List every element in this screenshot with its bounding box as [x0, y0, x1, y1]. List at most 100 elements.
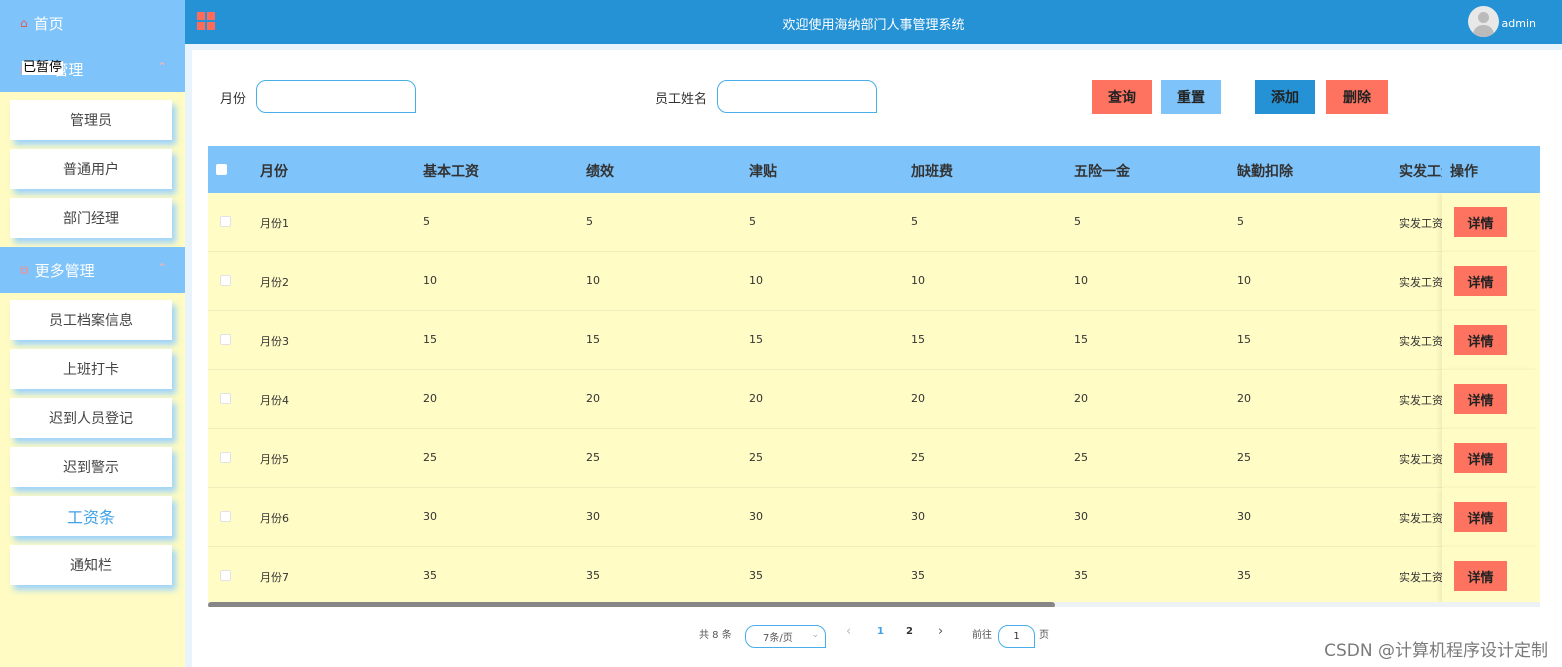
column-header[interactable]: 五险一金 — [1074, 161, 1130, 181]
detail-button[interactable]: 详情 — [1454, 561, 1507, 591]
row-checkbox[interactable] — [220, 511, 231, 522]
table-cell: 15 — [586, 333, 600, 346]
detail-button[interactable]: 详情 — [1454, 443, 1507, 473]
row-checkbox[interactable] — [220, 216, 231, 227]
page-number[interactable]: 2 — [906, 626, 913, 637]
sidebar-item-home[interactable]: ⌂ 首页 — [0, 0, 185, 46]
detail-button[interactable]: 详情 — [1454, 384, 1507, 414]
avatar[interactable] — [1468, 6, 1499, 37]
row-checkbox[interactable] — [220, 334, 231, 345]
column-header[interactable]: 月份 — [260, 161, 288, 181]
table-row: 月份6 30 30 30 30 30 30 实发工资6 详情 — [208, 488, 1540, 547]
sidebar-item-late-warning[interactable]: 迟到警示 — [10, 447, 172, 487]
watermark: CSDN @计算机程序设计定制 — [1324, 641, 1548, 661]
table-cell: 30 — [1237, 510, 1251, 523]
employee-name-label: 员工姓名 — [655, 92, 708, 107]
row-checkbox[interactable] — [220, 570, 231, 581]
reset-button[interactable]: 重置 — [1161, 80, 1221, 114]
sidebar-item-late-register[interactable]: 迟到人员登记 — [10, 398, 172, 438]
table-cell: 月份5 — [260, 453, 289, 466]
home-icon: ⌂ — [20, 16, 28, 30]
table-cell: 25 — [749, 451, 763, 464]
table-cell: 30 — [1074, 510, 1088, 523]
scrollbar-thumb[interactable] — [208, 602, 1055, 607]
goto-page-input[interactable]: 1 — [998, 625, 1035, 648]
actions-cell: 详情 — [1442, 547, 1540, 606]
sidebar: ⌂ 首页 ▢ 管理 已暂停 ⌃ 管理员 普通用户 部门经理 ⧉ 更多管理 ⌃ 员… — [0, 0, 185, 667]
table-cell: 月份3 — [260, 335, 289, 348]
table-cell: 10 — [1237, 274, 1251, 287]
column-header[interactable]: 基本工资 — [423, 161, 479, 181]
sidebar-item-clock-in[interactable]: 上班打卡 — [10, 349, 172, 389]
table-row: 月份2 10 10 10 10 10 10 实发工资2 详情 — [208, 252, 1540, 311]
table-cell: 月份7 — [260, 571, 289, 584]
sidebar-group-label: 更多管理 — [34, 261, 95, 280]
column-header[interactable]: 绩效 — [586, 161, 614, 181]
actions-cell: 详情 — [1442, 488, 1540, 547]
delete-button[interactable]: 删除 — [1326, 80, 1388, 114]
select-all-checkbox[interactable] — [216, 164, 227, 175]
table-row: 月份3 15 15 15 15 15 15 实发工资3 详情 — [208, 311, 1540, 370]
sidebar-item-dept-manager[interactable]: 部门经理 — [10, 198, 172, 238]
month-input[interactable] — [256, 80, 416, 113]
goto-label: 前往 — [972, 630, 992, 641]
table-cell: 月份6 — [260, 512, 289, 525]
table-cell: 25 — [586, 451, 600, 464]
page-size-select[interactable]: 7条/页 ⌄ — [745, 625, 826, 648]
column-header[interactable]: 缺勤扣除 — [1237, 161, 1293, 181]
query-button[interactable]: 查询 — [1092, 80, 1152, 114]
employee-name-input[interactable] — [717, 80, 877, 113]
table-row: 月份4 20 20 20 20 20 20 实发工资4 详情 — [208, 370, 1540, 429]
table-cell: 10 — [911, 274, 925, 287]
table-cell: 30 — [911, 510, 925, 523]
page-number-current[interactable]: 1 — [877, 626, 884, 637]
table-row: 月份1 5 5 5 5 5 5 实发工资1 详情 — [208, 193, 1540, 252]
sidebar-item-normal-user[interactable]: 普通用户 — [10, 149, 172, 189]
table-cell: 35 — [423, 569, 437, 582]
table-cell: 月份4 — [260, 394, 289, 407]
total-count: 共 8 条 — [699, 630, 732, 641]
row-checkbox[interactable] — [220, 275, 231, 286]
next-page-button[interactable]: › — [938, 624, 943, 639]
table-row: 月份7 35 35 35 35 35 35 实发工资7 详情 — [208, 547, 1540, 606]
add-button[interactable]: 添加 — [1255, 80, 1315, 114]
row-checkbox[interactable] — [220, 393, 231, 404]
table-cell: 10 — [1074, 274, 1088, 287]
page-title: 欢迎使用海纳部门人事管理系统 — [782, 18, 965, 33]
table-cell: 10 — [423, 274, 437, 287]
column-header[interactable]: 加班费 — [911, 161, 953, 181]
table-cell: 30 — [423, 510, 437, 523]
detail-button[interactable]: 详情 — [1454, 502, 1507, 532]
column-header: 操作 — [1450, 164, 1478, 180]
row-checkbox[interactable] — [220, 452, 231, 463]
actions-column-header-cell: 操作 — [1442, 146, 1540, 193]
sidebar-item-payslip[interactable]: 工资条 — [10, 496, 172, 536]
table-cell: 月份2 — [260, 276, 289, 289]
payslip-table: 月份 基本工资 绩效 津贴 加班费 五险一金 缺勤扣除 实发工资 操作 月份1 5… — [208, 146, 1540, 607]
table-cell: 15 — [749, 333, 763, 346]
sidebar-home-label: 首页 — [33, 14, 64, 33]
sidebar-group-manage[interactable]: ▢ 管理 已暂停 ⌃ — [0, 46, 185, 92]
table-cell: 20 — [586, 392, 600, 405]
table-cell: 10 — [586, 274, 600, 287]
sidebar-item-admin[interactable]: 管理员 — [10, 100, 172, 140]
sidebar-item-notice[interactable]: 通知栏 — [10, 545, 172, 585]
actions-cell: 详情 — [1442, 311, 1540, 370]
copy-icon: ⧉ — [20, 262, 29, 277]
sidebar-item-employee-files[interactable]: 员工档案信息 — [10, 300, 172, 340]
table-cell: 35 — [586, 569, 600, 582]
table-cell: 20 — [911, 392, 925, 405]
prev-page-button[interactable]: ‹ — [846, 624, 851, 639]
horizontal-scrollbar[interactable] — [208, 602, 1540, 607]
username-label[interactable]: admin — [1502, 17, 1536, 30]
detail-button[interactable]: 详情 — [1454, 207, 1507, 237]
actions-cell: 详情 — [1442, 429, 1540, 488]
detail-button[interactable]: 详情 — [1454, 266, 1507, 296]
detail-button[interactable]: 详情 — [1454, 325, 1507, 355]
column-header[interactable]: 津贴 — [749, 161, 777, 181]
table-cell: 10 — [749, 274, 763, 287]
table-header: 月份 基本工资 绩效 津贴 加班费 五险一金 缺勤扣除 实发工资 — [208, 146, 1540, 193]
sidebar-group-more[interactable]: ⧉ 更多管理 ⌃ — [0, 247, 185, 293]
header-bar: 欢迎使用海纳部门人事管理系统 admin — [185, 0, 1562, 44]
table-cell: 5 — [1237, 215, 1244, 228]
